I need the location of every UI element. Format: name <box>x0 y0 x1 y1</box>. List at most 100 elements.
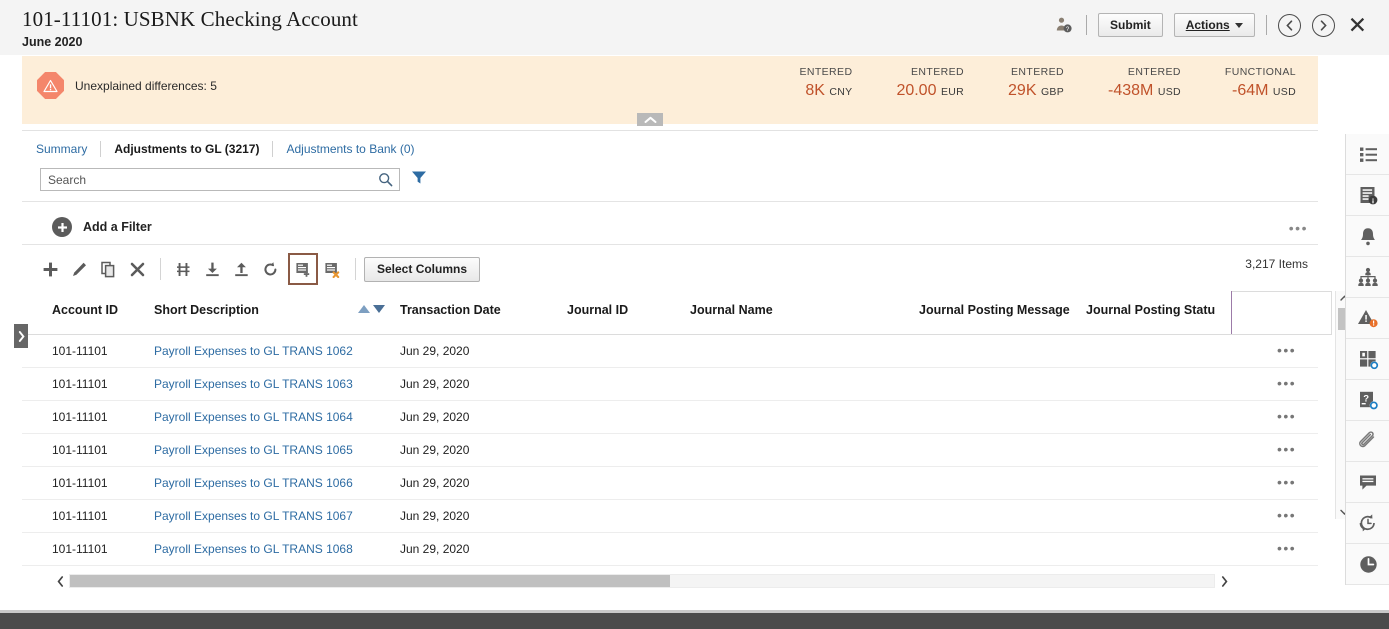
row-actions-menu[interactable]: ••• <box>1277 342 1296 358</box>
row-actions-menu[interactable]: ••• <box>1277 408 1296 424</box>
svg-text:?: ? <box>1363 393 1369 404</box>
filter-overflow-menu[interactable]: ••• <box>1289 220 1308 236</box>
rail-item-list[interactable] <box>1346 134 1389 175</box>
select-columns-button[interactable]: Select Columns <box>364 256 481 282</box>
cell-short-description[interactable]: Payroll Expenses to GL TRANS 1066 <box>154 476 353 490</box>
close-icon[interactable]: ✕ <box>1348 13 1367 37</box>
column-header-journal-posting-message[interactable]: Journal Posting Message <box>919 303 1070 317</box>
chevron-right-icon <box>18 330 25 342</box>
submit-button-label: Submit <box>1110 18 1151 32</box>
cell-short-description[interactable]: Payroll Expenses to GL TRANS 1068 <box>154 542 353 556</box>
tab-adjustments-to-bank[interactable]: Adjustments to Bank (0) <box>273 142 427 156</box>
cell-transaction-date: Jun 29, 2020 <box>400 410 470 424</box>
rail-item-notifications[interactable] <box>1346 216 1389 257</box>
cell-short-description[interactable]: Payroll Expenses to GL TRANS 1067 <box>154 509 353 523</box>
table-row[interactable]: 101-11101 Payroll Expenses to GL TRANS 1… <box>22 434 1318 467</box>
table-row[interactable]: 101-11101 Payroll Expenses to GL TRANS 1… <box>22 335 1318 368</box>
rail-item-hierarchy[interactable] <box>1346 257 1389 298</box>
submit-button[interactable]: Submit <box>1098 13 1163 37</box>
total-label: ENTERED <box>799 66 853 78</box>
collapse-banner-button[interactable] <box>637 113 663 126</box>
row-actions-menu[interactable]: ••• <box>1277 540 1296 556</box>
column-header-transaction-date[interactable]: Transaction Date <box>400 303 501 317</box>
expand-left-panel-button[interactable] <box>14 324 28 348</box>
add-icon[interactable] <box>36 255 65 283</box>
right-rail: ? <box>1345 134 1389 585</box>
tab-summary[interactable]: Summary <box>36 142 100 156</box>
search-input[interactable] <box>48 169 368 190</box>
table-horizontal-scrollbar[interactable] <box>52 572 1232 590</box>
column-header-journal-id[interactable]: Journal ID <box>567 303 628 317</box>
table-row[interactable]: 101-11101 Payroll Expenses to GL TRANS 1… <box>22 500 1318 533</box>
previous-record-button[interactable] <box>1277 13 1301 37</box>
cell-short-description[interactable]: Payroll Expenses to GL TRANS 1065 <box>154 443 353 457</box>
cell-short-description[interactable]: Payroll Expenses to GL TRANS 1062 <box>154 344 353 358</box>
next-record-button[interactable] <box>1311 13 1335 37</box>
search-icon[interactable] <box>378 172 393 192</box>
delete-x-icon[interactable] <box>123 255 152 283</box>
rail-item-schedule[interactable] <box>1346 544 1389 585</box>
scroll-right-button[interactable] <box>1216 572 1232 590</box>
add-filter-button[interactable]: Add a Filter <box>52 217 152 237</box>
scroll-left-button[interactable] <box>52 572 68 590</box>
question-info-icon: ? <box>1359 391 1378 409</box>
total-amount: 29K <box>1008 82 1037 99</box>
rail-item-history[interactable] <box>1346 503 1389 544</box>
table-row[interactable]: 101-11101 Payroll Expenses to GL TRANS 1… <box>22 533 1318 566</box>
horizontal-scroll-track[interactable] <box>69 574 1215 588</box>
search-box[interactable] <box>40 168 400 191</box>
table-row[interactable]: 101-11101 Payroll Expenses to GL TRANS 1… <box>22 401 1318 434</box>
download-icon[interactable] <box>198 255 227 283</box>
header-actions: ? Submit Actions ✕ <box>1053 13 1367 37</box>
tab-adjustments-to-gl[interactable]: Adjustments to GL (3217) <box>101 142 272 156</box>
funnel-filter-icon[interactable] <box>411 170 427 190</box>
row-actions-menu[interactable]: ••• <box>1277 474 1296 490</box>
toolbar-divider <box>160 258 161 280</box>
add-journal-icon[interactable] <box>288 253 318 285</box>
rail-item-document-info[interactable] <box>1346 175 1389 216</box>
cell-short-description[interactable]: Payroll Expenses to GL TRANS 1064 <box>154 410 353 424</box>
column-header-short-description[interactable]: Short Description <box>154 303 259 317</box>
chevron-up-icon <box>644 116 656 123</box>
user-badge-icon[interactable]: ? <box>1053 13 1075 37</box>
page-title: 101-11101: USBNK Checking Account <box>22 7 358 31</box>
rail-item-attachments[interactable] <box>1346 421 1389 462</box>
column-header-journal-posting-status[interactable]: Journal Posting Statu <box>1086 303 1215 317</box>
total-value: 20.00 EUR <box>896 80 964 103</box>
refresh-icon[interactable] <box>256 255 285 283</box>
cell-short-description[interactable]: Payroll Expenses to GL TRANS 1063 <box>154 377 353 391</box>
rail-item-alerts[interactable] <box>1346 298 1389 339</box>
rail-item-help[interactable]: ? <box>1346 380 1389 421</box>
clock-icon <box>1359 555 1377 573</box>
cell-account-id: 101-11101 <box>52 509 108 523</box>
column-header-actions <box>1231 291 1332 335</box>
rail-item-dashboard[interactable] <box>1346 339 1389 380</box>
total-value: 29K GBP <box>1008 80 1064 103</box>
cell-account-id: 101-11101 <box>52 377 108 391</box>
total-currency: USD <box>1157 86 1181 98</box>
sort-toggle-transaction-date[interactable] <box>358 305 385 313</box>
horizontal-scroll-thumb[interactable] <box>70 575 670 587</box>
edit-pencil-icon[interactable] <box>65 255 94 283</box>
duplicate-icon[interactable] <box>94 255 123 283</box>
upload-icon[interactable] <box>227 255 256 283</box>
chevron-left-circle-icon <box>1286 19 1293 31</box>
row-actions-menu[interactable]: ••• <box>1277 375 1296 391</box>
table-body: 101-11101 Payroll Expenses to GL TRANS 1… <box>22 335 1318 572</box>
column-resize-handle[interactable] <box>1231 291 1232 334</box>
rail-item-comments[interactable] <box>1346 462 1389 503</box>
row-actions-menu[interactable]: ••• <box>1277 507 1296 523</box>
column-header-account-id[interactable]: Account ID <box>52 303 118 317</box>
cell-account-id: 101-11101 <box>52 542 108 556</box>
column-header-journal-name[interactable]: Journal Name <box>690 303 773 317</box>
table-row[interactable]: 101-11101 Payroll Expenses to GL TRANS 1… <box>22 467 1318 500</box>
table-row[interactable]: 101-11101 Payroll Expenses to GL TRANS 1… <box>22 368 1318 401</box>
list-icon <box>1359 147 1377 162</box>
split-icon[interactable] <box>169 255 198 283</box>
divider <box>22 201 1318 202</box>
remove-journal-icon[interactable] <box>318 255 347 283</box>
divider <box>22 244 1318 245</box>
actions-button[interactable]: Actions <box>1173 13 1255 37</box>
row-actions-menu[interactable]: ••• <box>1277 441 1296 457</box>
period-label: June 2020 <box>22 35 83 49</box>
